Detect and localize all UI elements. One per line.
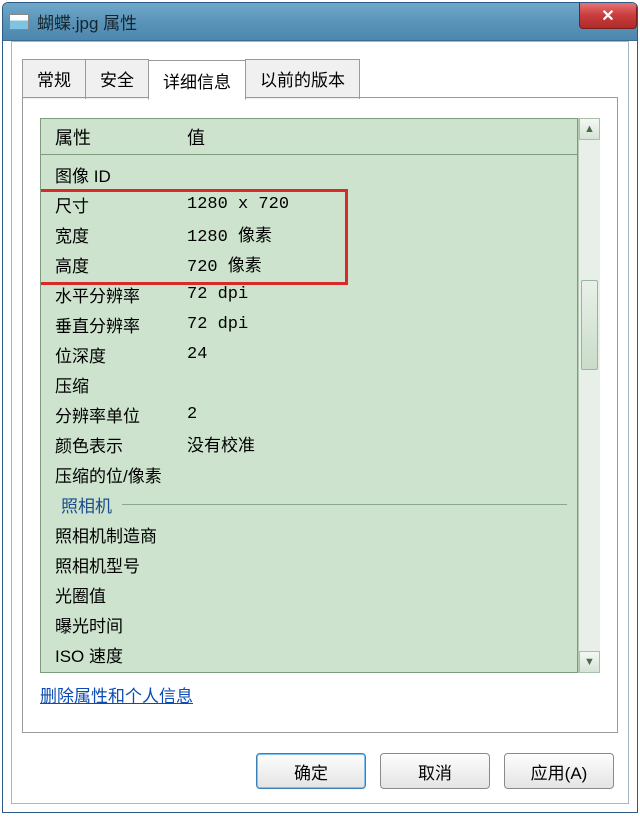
prop-value-v-res: 72 dpi	[187, 315, 577, 334]
scrollbar-track[interactable]	[579, 140, 600, 651]
tab-security[interactable]: 安全	[85, 59, 149, 99]
prop-name-bits-per-px: 压缩的位/像素	[41, 462, 187, 487]
prop-name-compression: 压缩	[41, 372, 187, 397]
scroll-down-button[interactable]: ▼	[579, 651, 600, 673]
chevron-down-icon: ▼	[584, 656, 595, 668]
prop-name-color-rep: 颜色表示	[41, 432, 187, 457]
list-item[interactable]: 水平分辨率 72 dpi	[41, 279, 577, 309]
list-item[interactable]: 压缩	[41, 369, 577, 399]
titlebar[interactable]: 蝴蝶.jpg 属性 ✕	[3, 3, 637, 41]
prop-name-dimensions: 尺寸	[41, 192, 187, 217]
list-item[interactable]: 位深度 24	[41, 339, 577, 369]
list-item[interactable]: 照相机型号	[41, 549, 577, 579]
list-item[interactable]: 高度 720 像素	[41, 249, 577, 279]
section-label-camera: 照相机	[61, 492, 112, 517]
prop-name-image-id: 图像 ID	[41, 162, 187, 187]
cancel-button[interactable]: 取消	[380, 753, 490, 789]
list-item[interactable]: 分辨率单位 2	[41, 399, 577, 429]
list-item[interactable]: 压缩的位/像素	[41, 459, 577, 489]
vertical-scrollbar[interactable]: ▲ ▼	[578, 118, 600, 673]
divider	[122, 504, 567, 505]
prop-name-camera-maker: 照相机制造商	[41, 522, 187, 547]
tab-general[interactable]: 常规	[22, 59, 86, 99]
dialog-buttons: 确定 取消 应用(A)	[256, 753, 614, 789]
list-item[interactable]: 尺寸 1280 x 720	[41, 189, 577, 219]
details-panel: 属性 值 图像 ID 尺寸 1280 x 720 宽度 1280 像素	[40, 118, 600, 673]
prop-value-res-unit: 2	[187, 405, 577, 424]
prop-name-h-res: 水平分辨率	[41, 282, 187, 307]
list-item[interactable]: 照相机制造商	[41, 519, 577, 549]
list-item[interactable]: 垂直分辨率 72 dpi	[41, 309, 577, 339]
prop-value-bit-depth: 24	[187, 345, 577, 364]
remove-properties-link[interactable]: 删除属性和个人信息	[40, 687, 193, 706]
prop-value-height: 720 像素	[187, 251, 577, 277]
list-item[interactable]: 曝光时间	[41, 609, 577, 639]
list-item[interactable]: ISO 速度	[41, 639, 577, 669]
list-item[interactable]: 颜色表示 没有校准	[41, 429, 577, 459]
apply-button[interactable]: 应用(A)	[504, 753, 614, 789]
file-icon	[9, 14, 29, 30]
list-item[interactable]: 图像 ID	[41, 159, 577, 189]
prop-value-color-rep: 没有校准	[187, 431, 577, 457]
tab-strip: 常规 安全 详细信息 以前的版本	[12, 42, 628, 99]
list-item[interactable]: 宽度 1280 像素	[41, 219, 577, 249]
property-list-header: 属性 值	[41, 119, 577, 155]
tab-previous-versions[interactable]: 以前的版本	[245, 59, 360, 99]
ok-button[interactable]: 确定	[256, 753, 366, 789]
scrollbar-thumb[interactable]	[581, 280, 598, 370]
prop-value-dimensions: 1280 x 720	[187, 195, 577, 214]
chevron-up-icon: ▲	[584, 123, 595, 135]
remove-properties-link-row: 删除属性和个人信息	[40, 682, 193, 707]
property-list-body: 图像 ID 尺寸 1280 x 720 宽度 1280 像素 高度 720 像素	[41, 155, 577, 672]
client-area: 常规 安全 详细信息 以前的版本 属性 值 图像 ID 尺寸	[11, 41, 629, 804]
prop-name-bit-depth: 位深度	[41, 342, 187, 367]
close-button[interactable]: ✕	[579, 3, 637, 29]
prop-name-fstop: 光圈值	[41, 582, 187, 607]
list-item[interactable]: 光圈值	[41, 579, 577, 609]
prop-value-h-res: 72 dpi	[187, 285, 577, 304]
column-header-property[interactable]: 属性	[41, 124, 187, 150]
properties-dialog: 蝴蝶.jpg 属性 ✕ 常规 安全 详细信息 以前的版本 属性 值 图像 ID	[2, 2, 638, 813]
property-list: 属性 值 图像 ID 尺寸 1280 x 720 宽度 1280 像素	[40, 118, 578, 673]
prop-name-v-res: 垂直分辨率	[41, 312, 187, 337]
column-header-value[interactable]: 值	[187, 124, 577, 150]
scroll-up-button[interactable]: ▲	[579, 118, 600, 140]
prop-name-width: 宽度	[41, 222, 187, 247]
close-icon: ✕	[601, 6, 614, 26]
window-title: 蝴蝶.jpg 属性	[37, 9, 137, 34]
prop-name-iso: ISO 速度	[41, 642, 187, 667]
prop-name-camera-model: 照相机型号	[41, 552, 187, 577]
prop-value-width: 1280 像素	[187, 221, 577, 247]
prop-name-height: 高度	[41, 252, 187, 277]
prop-name-res-unit: 分辨率单位	[41, 402, 187, 427]
tab-details[interactable]: 详细信息	[148, 60, 246, 100]
section-header-camera: 照相机	[41, 489, 577, 519]
prop-name-exposure: 曝光时间	[41, 612, 187, 637]
